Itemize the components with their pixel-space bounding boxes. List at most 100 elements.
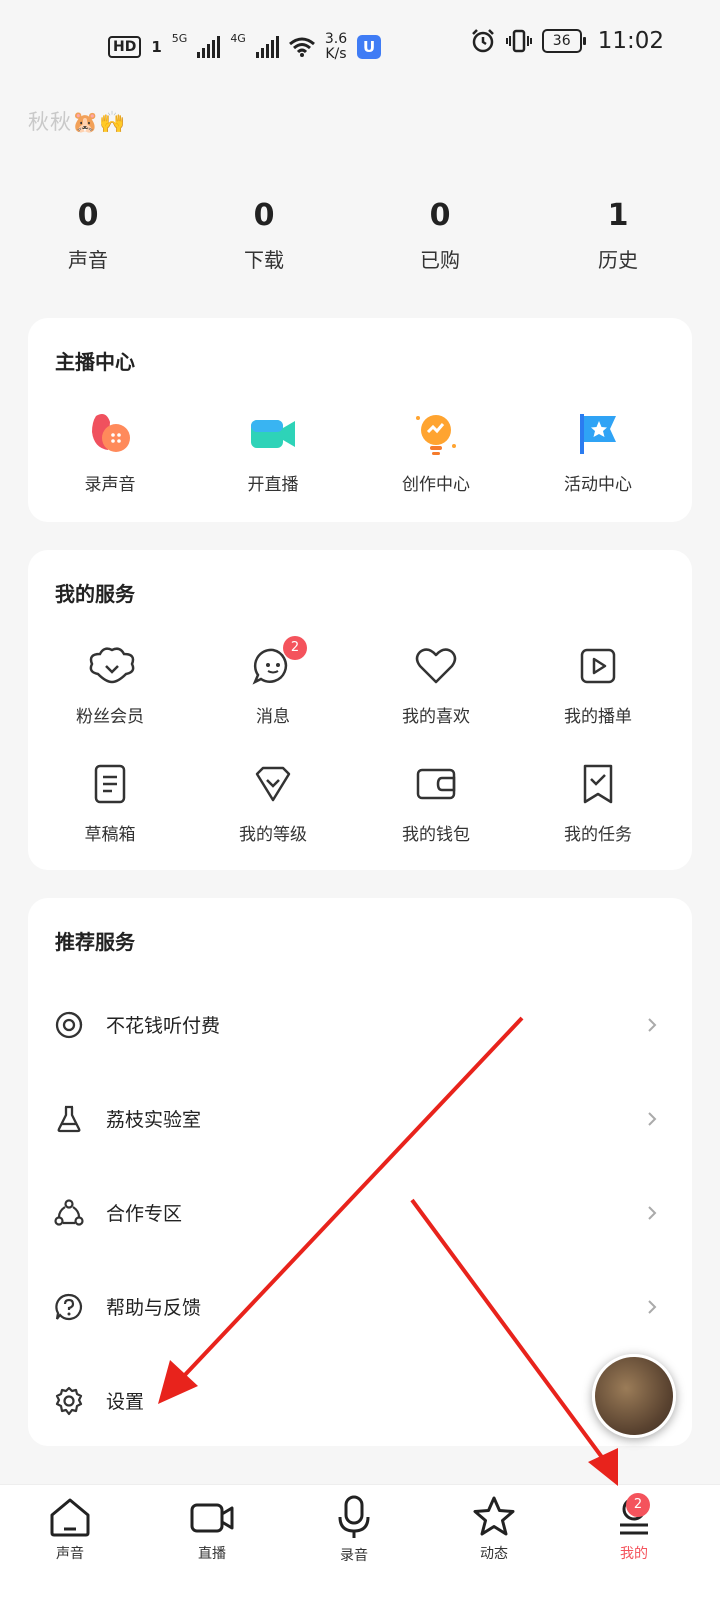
video-icon — [190, 1495, 234, 1539]
tab-label: 直播 — [198, 1546, 226, 1562]
signal-icon — [197, 36, 221, 58]
tab-label: 声音 — [56, 1546, 84, 1562]
grid-item-label: 我的钱包 — [402, 825, 470, 845]
grid-item-label: 消息 — [256, 707, 290, 727]
status-left: HD 1 5G 4G 3.6 K/s U — [108, 32, 382, 62]
flask-icon — [57, 1105, 81, 1133]
wifi-icon — [288, 37, 315, 57]
sim-indicator: 1 — [151, 38, 162, 56]
grid-item-label: 创作中心 — [402, 475, 470, 495]
row-label: 不花钱听付费 — [106, 1015, 221, 1037]
grid-item-go-live[interactable]: 开直播 — [193, 410, 353, 495]
heart-icon — [412, 642, 460, 690]
floating-player-cover[interactable] — [592, 1354, 676, 1438]
recommended-services-card: 推荐服务 不花钱听付费 荔枝实验室 合作专区 帮助与反馈 设置 — [28, 898, 692, 1446]
stat-history[interactable]: 1 历史 — [558, 196, 678, 273]
battery-icon: 36 — [541, 29, 586, 53]
draft-icon — [86, 760, 134, 808]
stat-value: 0 — [429, 198, 451, 233]
tab-live[interactable]: 直播 — [162, 1495, 262, 1563]
star-icon — [472, 1495, 516, 1539]
grid-item-my-playlist[interactable]: 我的播单 — [518, 642, 678, 727]
grid-item-label: 开直播 — [247, 475, 299, 495]
net-speed-value: 3.6 — [324, 31, 348, 47]
grid-item-label: 录声音 — [84, 475, 136, 495]
clock: 11:02 — [597, 28, 664, 54]
alarm-icon — [471, 29, 494, 53]
vibrate-icon — [505, 29, 532, 53]
stat-label: 声音 — [68, 248, 108, 272]
signal-icon — [255, 36, 279, 58]
card-title: 推荐服务 — [55, 930, 135, 954]
bottom-tab-bar: 声音 直播 录音 动态 2 我的 — [0, 1484, 720, 1601]
network-4g-label: 4G — [230, 32, 246, 45]
tab-feed[interactable]: 动态 — [444, 1495, 544, 1563]
grid-item-my-likes[interactable]: 我的喜欢 — [356, 642, 516, 727]
row-free-listen[interactable]: 不花钱听付费 — [28, 996, 692, 1056]
star-flag-icon — [574, 410, 622, 458]
live-camera-icon — [249, 410, 297, 458]
tab-label: 我的 — [620, 1546, 648, 1562]
grid-item-messages[interactable]: 2 消息 — [193, 636, 353, 727]
playlist-icon — [574, 642, 622, 690]
home-icon — [48, 1495, 92, 1539]
stat-label: 历史 — [598, 248, 638, 272]
net-speed: 3.6 K/s — [325, 32, 347, 62]
grid-item-drafts[interactable]: 草稿箱 — [30, 760, 190, 845]
grid-item-label: 草稿箱 — [84, 825, 136, 845]
microphone-icon — [332, 1495, 376, 1539]
card-title: 我的服务 — [55, 582, 135, 606]
tab-label: 动态 — [480, 1546, 508, 1562]
stat-purchased[interactable]: 0 已购 — [380, 196, 500, 273]
tab-sounds[interactable]: 声音 — [20, 1495, 120, 1563]
app-notification-icon: U — [357, 35, 382, 59]
grid-item-record-voice[interactable]: 录声音 — [30, 410, 190, 495]
row-lychee-lab[interactable]: 荔枝实验室 — [28, 1090, 692, 1150]
network-5g-label: 5G — [171, 32, 188, 45]
status-right: 36 11:02 — [470, 28, 664, 54]
grid-item-my-wallet[interactable]: 我的钱包 — [356, 760, 516, 845]
grid-item-label: 我的等级 — [239, 825, 307, 845]
anchor-center-card: 主播中心 录声音 开直播 创作中心 活动中心 — [28, 318, 692, 522]
stat-value: 0 — [77, 198, 99, 233]
stat-sounds[interactable]: 0 声音 — [28, 196, 148, 273]
stat-value: 1 — [607, 198, 629, 233]
gear-icon — [55, 1386, 83, 1416]
message-count-badge: 2 — [283, 636, 307, 660]
grid-item-my-level[interactable]: 我的等级 — [193, 760, 353, 845]
card-title: 主播中心 — [55, 350, 135, 374]
lightbulb-icon — [412, 410, 460, 458]
profile-icon: 2 — [612, 1493, 656, 1539]
row-label: 设置 — [106, 1391, 145, 1413]
annotation-arrowhead-mine — [588, 1448, 618, 1486]
row-cooperation[interactable]: 合作专区 — [28, 1184, 692, 1244]
grid-item-creation-center[interactable]: 创作中心 — [356, 410, 516, 495]
grid-item-fan-membership[interactable]: 粉丝会员 — [30, 642, 190, 727]
hd-icon: HD — [108, 36, 142, 58]
row-label: 荔枝实验室 — [106, 1109, 202, 1131]
free-listen-icon — [55, 1011, 83, 1039]
grid-item-event-center[interactable]: 活动中心 — [518, 410, 678, 495]
tab-mine[interactable]: 2 我的 — [584, 1493, 684, 1563]
message-icon: 2 — [249, 636, 307, 690]
username[interactable]: 秋秋🐹🙌 — [28, 106, 126, 136]
chevron-right-icon — [648, 1206, 657, 1220]
record-voice-icon — [86, 410, 134, 458]
chevron-right-icon — [648, 1300, 657, 1314]
grid-item-label: 我的任务 — [564, 825, 632, 845]
fan-cloud-icon — [86, 642, 135, 690]
row-label: 合作专区 — [106, 1203, 183, 1225]
row-help-feedback[interactable]: 帮助与反馈 — [28, 1278, 692, 1338]
stat-downloads[interactable]: 0 下载 — [204, 196, 324, 273]
grid-item-label: 活动中心 — [564, 475, 632, 495]
stat-label: 已购 — [420, 248, 460, 272]
chevron-right-icon — [648, 1112, 657, 1126]
net-speed-unit: K/s — [325, 46, 347, 62]
help-icon — [55, 1293, 83, 1321]
grid-item-label: 粉丝会员 — [76, 707, 144, 727]
level-diamond-icon — [249, 760, 297, 808]
grid-item-label: 我的播单 — [564, 707, 632, 727]
tab-record[interactable]: 录音 — [304, 1495, 404, 1565]
grid-item-label: 我的喜欢 — [402, 707, 470, 727]
grid-item-my-tasks[interactable]: 我的任务 — [518, 760, 678, 845]
